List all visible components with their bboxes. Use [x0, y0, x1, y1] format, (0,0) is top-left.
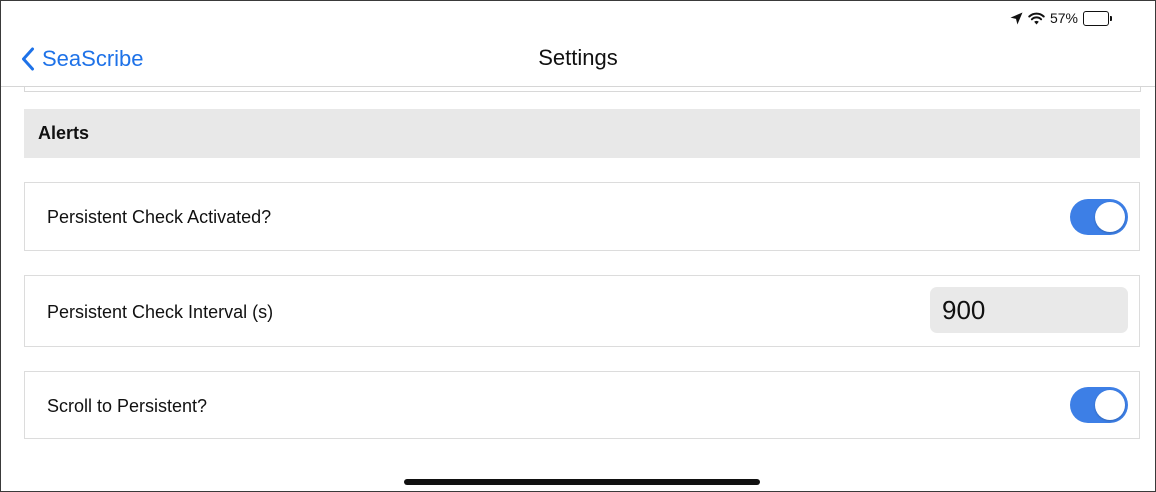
section-header-alerts: Alerts [24, 109, 1140, 158]
status-bar: 57% [1010, 8, 1112, 28]
persistent-check-interval-field[interactable]: 900 [930, 287, 1128, 333]
page-title: Settings [538, 45, 618, 70]
location-arrow-icon [1010, 12, 1023, 25]
home-indicator[interactable] [404, 479, 760, 485]
row-label: Persistent Check Activated? [47, 207, 272, 227]
battery-icon [1083, 10, 1112, 26]
scroll-to-persistent-toggle[interactable] [1070, 387, 1128, 423]
row-label: Scroll to Persistent? [47, 396, 208, 416]
battery-percent: 57% [1049, 10, 1078, 26]
persistent-check-interval-row: Persistent Check Interval (s) 900 [24, 275, 1140, 347]
persistent-check-activated-row: Persistent Check Activated? [24, 182, 1140, 251]
row-label: Persistent Check Interval (s) [47, 302, 274, 322]
scroll-to-persistent-row: Scroll to Persistent? [24, 371, 1140, 439]
toggle-knob [1095, 202, 1125, 232]
toggle-knob [1095, 390, 1125, 420]
persistent-check-activated-toggle[interactable] [1070, 199, 1128, 235]
wifi-icon [1028, 12, 1045, 25]
section-title: Alerts [38, 123, 90, 143]
navigation-bar: SeaScribe Settings [1, 32, 1155, 87]
previous-row-edge [24, 87, 1141, 92]
